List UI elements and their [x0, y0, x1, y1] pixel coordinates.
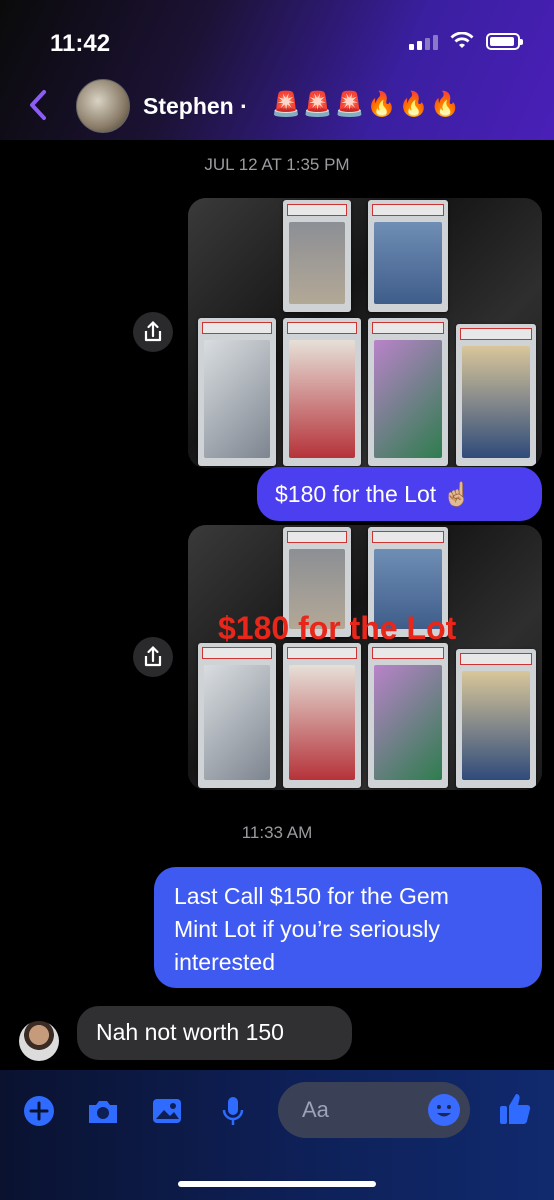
contact-avatar[interactable]	[76, 79, 130, 133]
camera-icon[interactable]	[86, 1094, 120, 1128]
sender-avatar[interactable]	[19, 1021, 59, 1061]
photo-caption-overlay: $180 for the Lot	[218, 610, 457, 646]
share-button[interactable]	[133, 637, 173, 677]
message-input[interactable]: Aa	[278, 1082, 470, 1138]
card-photo	[368, 643, 448, 788]
card-photo	[456, 649, 536, 788]
photo-message-1[interactable]	[188, 198, 542, 468]
microphone-icon[interactable]	[216, 1094, 250, 1128]
photo-message-2[interactable]: $180 for the Lot	[188, 525, 542, 790]
message-text: $180 for the Lot ☝🏼	[275, 481, 472, 507]
message-text: Nah not worth 150	[96, 1019, 284, 1045]
timestamp: JUL 12 AT 1:35 PM	[204, 155, 350, 174]
gallery-icon[interactable]	[150, 1094, 184, 1128]
plus-icon[interactable]	[22, 1094, 56, 1128]
contact-emojis: 🚨🚨🚨🔥🔥🔥	[271, 91, 463, 118]
card-photo	[456, 324, 536, 466]
message-text-line: Mint Lot if you’re seriously	[174, 916, 440, 942]
status-icons	[409, 32, 523, 50]
message-input-placeholder: Aa	[302, 1097, 329, 1122]
home-indicator	[178, 1181, 376, 1187]
status-time: 11:42	[50, 30, 111, 57]
cellular-signal-icon	[409, 32, 438, 50]
contact-name-text: Stephen	[143, 93, 234, 119]
share-button[interactable]	[133, 312, 173, 352]
share-icon	[144, 645, 162, 667]
card-photo	[198, 643, 276, 788]
card-photo	[368, 318, 448, 466]
card-photo	[283, 200, 351, 312]
card-photo	[283, 643, 361, 788]
name-separator: ·	[240, 93, 248, 119]
timestamp: 11:33 AM	[241, 823, 313, 842]
message-text-line: interested	[174, 949, 276, 975]
outgoing-message[interactable]: $180 for the Lot ☝🏼	[257, 467, 542, 521]
incoming-message[interactable]: Nah not worth 150	[77, 1006, 352, 1060]
wifi-icon	[450, 32, 474, 48]
card-photo	[283, 318, 361, 466]
contact-name[interactable]: Stephen ·	[143, 93, 248, 120]
battery-icon	[486, 32, 523, 50]
outgoing-message[interactable]: Last Call $150 for the Gem Mint Lot if y…	[154, 867, 542, 988]
share-icon	[144, 320, 162, 342]
emoji-icon[interactable]	[428, 1094, 460, 1126]
card-photo	[198, 318, 276, 466]
back-chevron-icon[interactable]	[24, 88, 54, 122]
card-photo	[368, 200, 448, 312]
thumbs-up-icon[interactable]	[497, 1090, 535, 1128]
message-text-line: Last Call $150 for the Gem	[174, 883, 449, 909]
